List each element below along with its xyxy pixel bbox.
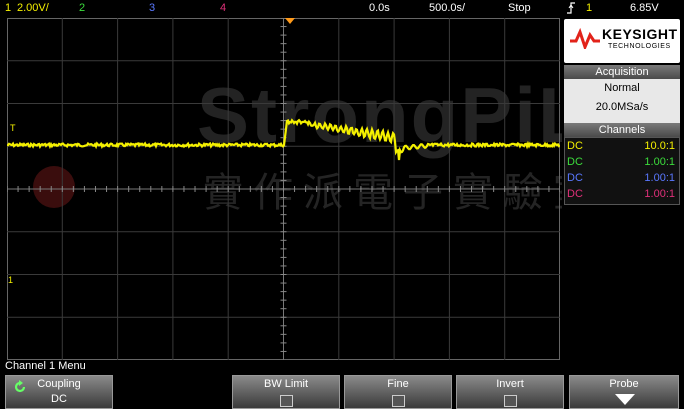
invert-label: Invert — [496, 378, 524, 390]
channel-probe: 1.00:1 — [644, 188, 675, 200]
acquisition-mode: Normal — [604, 82, 640, 94]
channel-coupling: DC — [567, 172, 583, 184]
arrow-down-icon — [615, 394, 635, 405]
trigger-edge-icon — [566, 2, 576, 19]
trigger-level[interactable]: 6.85V — [630, 0, 659, 16]
acquisition-rate: 20.0MSa/s — [595, 101, 649, 113]
ch1-number: 1 — [5, 2, 12, 14]
ch1-scale[interactable]: 2.00V/ — [17, 0, 49, 16]
ground-marker: 1 — [8, 275, 13, 285]
ch4-number[interactable]: 4 — [220, 0, 226, 16]
channel-probe: 1.00:1 — [644, 156, 675, 168]
time-scale[interactable]: 500.0s/ — [429, 0, 465, 16]
graticule — [7, 18, 560, 360]
probe-softkey[interactable]: Probe — [569, 375, 679, 409]
invert-softkey[interactable]: Invert — [456, 375, 564, 409]
coupling-label: Coupling — [37, 378, 81, 390]
status-bar: 1 2.00V/ 2 3 4 0.0s 500.0s/ Stop 1 6.85V — [0, 0, 684, 16]
bw-limit-softkey[interactable]: BW Limit — [232, 375, 340, 409]
run-state[interactable]: Stop — [508, 0, 531, 16]
channels-header[interactable]: Channels — [564, 123, 680, 137]
side-panel: KEYSIGHT TECHNOLOGIES Acquisition Normal… — [562, 18, 684, 360]
coupling-softkey[interactable]: Coupling DC — [5, 375, 113, 409]
trigger-level-marker: T — [10, 123, 16, 133]
keysight-logo-icon — [570, 27, 600, 49]
ground-marker-label: 1 — [8, 275, 14, 285]
channel-row[interactable]: DC 1.00:1 — [565, 170, 679, 186]
ch3-number[interactable]: 3 — [149, 0, 155, 16]
channel-coupling: DC — [567, 188, 583, 200]
channel-probe: 1.00:1 — [644, 172, 675, 184]
trigger-source[interactable]: 1 — [586, 0, 592, 16]
probe-label: Probe — [609, 378, 639, 390]
fine-label: Fine — [387, 378, 409, 390]
invert-checkbox[interactable] — [504, 395, 517, 407]
keysight-logo: KEYSIGHT TECHNOLOGIES — [564, 19, 680, 63]
acquisition-header[interactable]: Acquisition — [564, 65, 680, 79]
brand-name: KEYSIGHT — [602, 26, 678, 42]
bw-limit-label: BW Limit — [264, 378, 308, 390]
brand-sub: TECHNOLOGIES — [608, 43, 671, 50]
ch2-number[interactable]: 2 — [79, 0, 85, 16]
channel-row[interactable]: DC 10.0:1 — [565, 138, 679, 154]
menu-title: Channel 1 Menu — [5, 360, 86, 372]
fine-checkbox[interactable] — [392, 395, 405, 407]
time-position[interactable]: 0.0s — [369, 0, 390, 16]
channel-row[interactable]: DC 1.00:1 — [565, 154, 679, 170]
bw-limit-checkbox[interactable] — [280, 395, 293, 407]
fine-softkey[interactable]: Fine — [344, 375, 452, 409]
trigger-position-marker — [285, 18, 295, 24]
channel-coupling: DC — [567, 156, 583, 168]
channel-coupling: DC — [567, 140, 583, 152]
waveform-display[interactable]: StrongPiLab 實作派電子實驗室 T 1 — [7, 18, 681, 360]
coupling-value: DC — [51, 393, 67, 405]
channels-panel: DC 10.0:1 DC 1.00:1 DC 1.00:1 DC 1.00:1 — [564, 137, 680, 205]
acquisition-panel: Normal 20.0MSa/s — [564, 79, 680, 123]
channel-probe: 10.0:1 — [644, 140, 675, 152]
softkey-bar: Coupling DC BW Limit Fine Invert Probe — [0, 375, 684, 409]
channel-row[interactable]: DC 1.00:1 — [565, 186, 679, 202]
